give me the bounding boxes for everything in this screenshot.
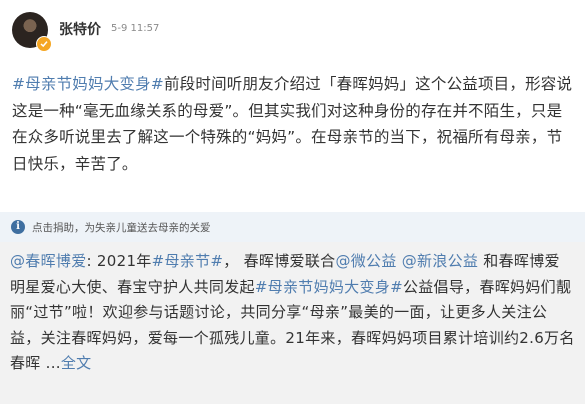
expand-full-text-link[interactable]: 全文 <box>61 354 92 372</box>
info-icon: i <box>11 220 25 234</box>
checkmark-icon <box>40 41 48 48</box>
weigongyi-mention-link[interactable]: @微公益 <box>335 252 396 270</box>
post-body: #母亲节妈妈大变身#前段时间听朋友介绍过「春晖妈妈」这个公益项目，形容说这是一种… <box>12 71 577 177</box>
author-name[interactable]: 张特价 <box>59 19 101 39</box>
post-timestamp[interactable]: 5-9 11:57 <box>111 23 159 34</box>
mothers-day-tag-link[interactable]: #母亲节# <box>152 252 224 270</box>
repost-text-segment: ， 春晖博爱联合 <box>223 252 336 270</box>
verified-badge-icon <box>36 36 52 52</box>
topic-tag-link[interactable]: #母亲节妈妈大变身# <box>255 278 403 296</box>
repost-text: @春晖博爱: 2021年#母亲节#， 春晖博爱联合@微公益 @新浪公益 和春晖博… <box>10 249 575 377</box>
post-header: 张特价 5-9 11:57 <box>0 0 585 64</box>
repost-text-segment: : 2021年 <box>86 252 152 270</box>
donation-notice-text[interactable]: 点击捐助，为失亲儿童送去母亲的关爱 <box>32 220 211 235</box>
sina-gongyi-mention-link[interactable]: @新浪公益 <box>402 252 479 270</box>
reposted-content: @春晖博爱: 2021年#母亲节#， 春晖博爱联合@微公益 @新浪公益 和春晖博… <box>0 242 585 404</box>
repost-author-link[interactable]: @春晖博爱 <box>10 252 87 270</box>
donation-notice-bar[interactable]: i 点击捐助，为失亲儿童送去母亲的关爱 <box>0 212 585 242</box>
topic-tag-link[interactable]: #母亲节妈妈大变身# <box>12 75 164 93</box>
